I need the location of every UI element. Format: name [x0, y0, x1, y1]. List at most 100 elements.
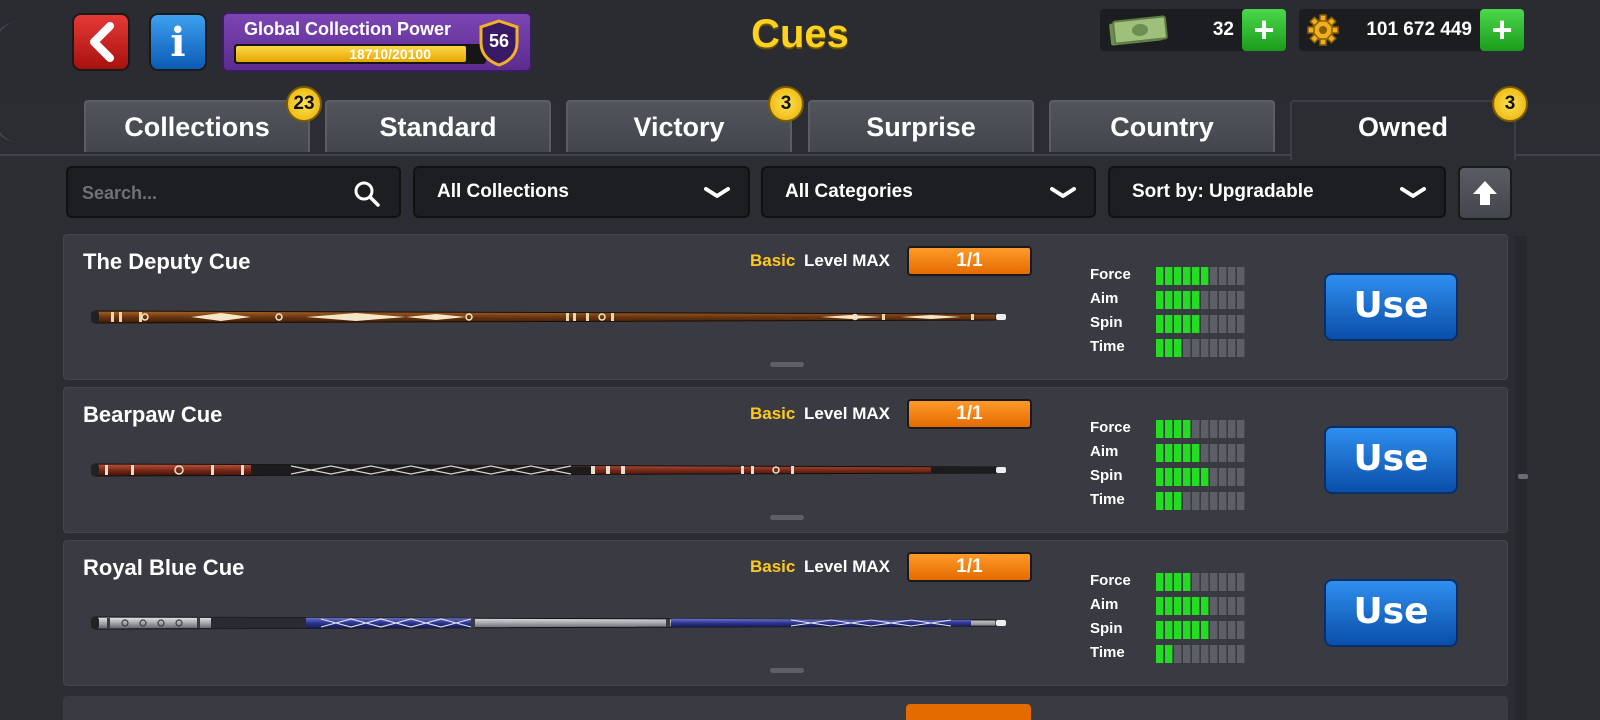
- sort-direction-button[interactable]: [1458, 166, 1512, 220]
- stat-segment-filled: [1192, 468, 1200, 486]
- tab-country[interactable]: Country: [1049, 100, 1275, 152]
- stat-segment-empty: [1237, 267, 1245, 285]
- stat-segment-filled: [1192, 267, 1200, 285]
- stat-segment-empty: [1228, 444, 1236, 462]
- stat-segment-empty: [1192, 573, 1200, 591]
- stat-segment-empty: [1228, 420, 1236, 438]
- use-button[interactable]: Use: [1324, 273, 1458, 341]
- stat-segment-filled: [1156, 645, 1164, 663]
- stat-segment-empty: [1201, 315, 1209, 333]
- cash-icon: [1109, 15, 1168, 46]
- stat-segment-empty: [1237, 597, 1245, 615]
- cue-name: Royal Blue Cue: [83, 555, 245, 580]
- stat-segment-filled: [1183, 468, 1191, 486]
- stat-segment-filled: [1174, 492, 1182, 510]
- search-input[interactable]: [82, 180, 332, 206]
- cash-counter: 32 +: [1100, 9, 1286, 51]
- stat-label: Time: [1090, 491, 1125, 508]
- use-button[interactable]: Use: [1324, 426, 1458, 494]
- info-button[interactable]: i: [149, 13, 207, 71]
- cue-card-partial[interactable]: [63, 696, 1508, 720]
- stat-segment-filled: [1156, 339, 1164, 357]
- stat-segment-empty: [1219, 267, 1227, 285]
- stat-segment-empty: [1219, 573, 1227, 591]
- stat-segment-empty: [1219, 315, 1227, 333]
- chevron-down-icon: [1400, 187, 1426, 198]
- scrollbar-thumb[interactable]: [1518, 474, 1528, 479]
- tab-label: Victory: [633, 112, 725, 142]
- drag-handle[interactable]: [770, 515, 804, 520]
- coins-counter: 101 672 449 +: [1299, 9, 1524, 51]
- stat-segment-empty: [1237, 645, 1245, 663]
- sort-value: Sort by: Upgradable: [1132, 181, 1314, 202]
- stat-segment-empty: [1237, 573, 1245, 591]
- global-collection-power-panel[interactable]: Global Collection Power 18710/20100 56: [222, 12, 532, 72]
- drag-handle[interactable]: [770, 668, 804, 673]
- tab-label: Surprise: [866, 112, 976, 142]
- stat-segment-empty: [1210, 315, 1218, 333]
- stat-segment-empty: [1192, 492, 1200, 510]
- stat-segment-empty: [1219, 645, 1227, 663]
- stat-label: Spin: [1090, 314, 1123, 331]
- stat-segment-filled: [1201, 267, 1209, 285]
- stat-segment-filled: [1165, 573, 1173, 591]
- info-icon: i: [170, 18, 186, 66]
- stat-bar: [1156, 573, 1245, 591]
- collection-power-label: Global Collection Power: [244, 19, 452, 39]
- royal-blue-cue-image: [91, 616, 1006, 630]
- cue-level-label: Level MAX: [804, 251, 890, 270]
- tab-owned[interactable]: Owned: [1290, 100, 1516, 160]
- stat-segment-empty: [1237, 621, 1245, 639]
- stat-segment-empty: [1210, 645, 1218, 663]
- stat-segment-filled: [1156, 444, 1164, 462]
- tab-surprise[interactable]: Surprise: [808, 100, 1034, 152]
- search-box[interactable]: [66, 166, 401, 218]
- stat-segment-empty: [1201, 492, 1209, 510]
- stat-segment-filled: [1156, 291, 1164, 309]
- stat-segment-filled: [1165, 315, 1173, 333]
- stat-segment-empty: [1237, 291, 1245, 309]
- cue-card[interactable]: Royal Blue Cue Basic Level MAX 1/1 Force…: [63, 540, 1508, 686]
- tab-victory[interactable]: Victory: [566, 100, 792, 152]
- stat-segment-filled: [1174, 267, 1182, 285]
- stat-segment-filled: [1174, 597, 1182, 615]
- add-coins-button[interactable]: +: [1480, 9, 1524, 51]
- stat-segment-filled: [1165, 444, 1173, 462]
- stat-segment-filled: [1174, 315, 1182, 333]
- tab-label: Standard: [379, 112, 497, 142]
- stat-segment-empty: [1201, 420, 1209, 438]
- stat-segment-filled: [1174, 444, 1182, 462]
- add-cash-button[interactable]: +: [1242, 9, 1286, 51]
- stat-segment-empty: [1219, 291, 1227, 309]
- stat-bar: [1156, 339, 1245, 357]
- stat-segment-filled: [1174, 621, 1182, 639]
- drag-handle[interactable]: [770, 362, 804, 367]
- cue-rarity: Basic: [750, 557, 796, 576]
- stat-segment-empty: [1228, 645, 1236, 663]
- stat-segment-empty: [1237, 468, 1245, 486]
- tab-standard[interactable]: Standard: [325, 100, 551, 152]
- stat-segment-empty: [1210, 339, 1218, 357]
- stat-segment-filled: [1183, 291, 1191, 309]
- category-filter-dropdown[interactable]: All Categories: [761, 166, 1096, 218]
- collection-power-progress-text: 18710/20100: [349, 46, 431, 62]
- stat-segment-filled: [1174, 573, 1182, 591]
- cue-rarity: Basic: [750, 404, 796, 423]
- notification-badge: 23: [286, 86, 322, 122]
- stat-label: Force: [1090, 266, 1131, 283]
- stat-segment-filled: [1192, 444, 1200, 462]
- tab-collections[interactable]: Collections: [84, 100, 310, 152]
- cue-card[interactable]: Bearpaw Cue Basic Level MAX 1/1 Force Ai…: [63, 387, 1508, 533]
- stat-segment-empty: [1219, 621, 1227, 639]
- sort-dropdown[interactable]: Sort by: Upgradable: [1108, 166, 1446, 218]
- cue-card[interactable]: The Deputy Cue Basic Level MAX 1/1 Force…: [63, 234, 1508, 380]
- stat-segment-empty: [1192, 420, 1200, 438]
- stat-segment-filled: [1156, 597, 1164, 615]
- use-button[interactable]: Use: [1324, 579, 1458, 647]
- collection-filter-dropdown[interactable]: All Collections: [413, 166, 750, 218]
- stat-segment-filled: [1183, 420, 1191, 438]
- back-button[interactable]: [72, 13, 130, 71]
- stat-segment-filled: [1165, 597, 1173, 615]
- stat-label: Force: [1090, 572, 1131, 589]
- page-title: Cues: [751, 12, 849, 56]
